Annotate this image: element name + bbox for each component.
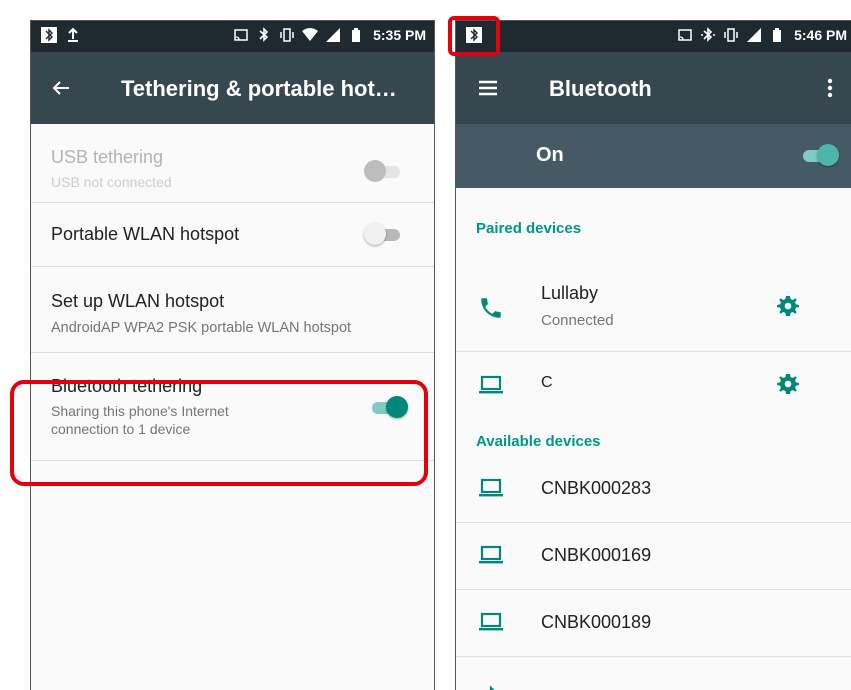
gear-icon[interactable]: [776, 372, 800, 396]
signal-icon: [326, 28, 341, 42]
vibrate-icon: [280, 28, 294, 42]
cast-icon: [678, 29, 692, 41]
device-status: Connected: [541, 312, 614, 329]
laptop-icon: [479, 612, 503, 631]
bluetooth-master-switch[interactable]: [799, 144, 839, 168]
battery-icon: [773, 28, 782, 42]
master-switch-label: On: [536, 144, 564, 166]
device-name: CNBK000189: [541, 612, 652, 632]
usb-tethering-switch[interactable]: [364, 160, 404, 184]
phone-icon: [481, 298, 501, 318]
upload-icon: [68, 27, 78, 42]
toolbar: Bluetooth: [456, 52, 851, 124]
laptop-icon: [479, 478, 503, 497]
device-name: Lullaby: [541, 283, 599, 303]
page-title: Tethering & portable hot…: [121, 76, 397, 101]
highlight-bluetooth-tethering: [10, 380, 428, 486]
device-name: CNBK000169: [541, 545, 652, 565]
portable-wlan-hotspot-switch[interactable]: [364, 223, 404, 247]
wifi-icon: [302, 28, 319, 41]
status-bar: 5:35 PM: [31, 21, 434, 52]
available-devices-header: Available devices: [476, 433, 601, 450]
bluetooth-icon: [489, 685, 495, 690]
device-name: C: [541, 374, 553, 391]
cast-icon: [234, 29, 248, 41]
available-device-partial[interactable]: [456, 657, 851, 690]
usb-tethering-title: USB tethering: [51, 147, 164, 167]
gear-icon[interactable]: [776, 294, 800, 318]
vibrate-icon: [724, 28, 738, 42]
bluetooth-master-switch-bar[interactable]: On: [456, 124, 851, 188]
laptop-icon: [479, 545, 503, 564]
bluetooth-icon: [259, 27, 269, 42]
paired-devices-header: Paired devices: [476, 220, 582, 237]
tethering-screen: 5:35 PM Tethering & portable hot… USB te…: [30, 20, 435, 690]
usb-tethering-subtitle: USB not connected: [51, 174, 172, 190]
toolbar: Tethering & portable hot…: [31, 52, 434, 124]
portable-wlan-hotspot-row[interactable]: Portable WLAN hotspot: [31, 203, 434, 267]
portable-wlan-hotspot-title: Portable WLAN hotspot: [51, 224, 240, 244]
paired-device-c[interactable]: C: [456, 352, 851, 418]
bluetooth-icon: [701, 27, 716, 42]
battery-icon: [352, 28, 361, 42]
setup-wlan-hotspot-row[interactable]: Set up WLAN hotspot AndroidAP WPA2 PSK p…: [31, 267, 434, 353]
laptop-icon: [479, 375, 503, 394]
arrow-back-icon[interactable]: [49, 76, 73, 100]
more-vert-icon[interactable]: [818, 76, 842, 100]
hamburger-menu-icon[interactable]: [476, 76, 500, 100]
paired-device-lullaby[interactable]: Lullaby Connected: [456, 271, 851, 351]
status-time: 5:46 PM: [794, 27, 847, 43]
device-name: CNBK000283: [541, 478, 652, 498]
bluetooth-icon: [41, 27, 57, 43]
setup-wlan-hotspot-title: Set up WLAN hotspot: [51, 291, 225, 311]
available-device[interactable]: CNBK000189: [456, 590, 851, 656]
usb-tethering-row[interactable]: USB tethering USB not connected: [31, 124, 434, 203]
signal-icon: [747, 28, 762, 42]
setup-wlan-hotspot-subtitle: AndroidAP WPA2 PSK portable WLAN hotspot: [51, 320, 352, 336]
bluetooth-screen: 5:46 PM Bluetooth On Paired devices Lull…: [455, 20, 851, 690]
page-title: Bluetooth: [549, 76, 652, 101]
status-time: 5:35 PM: [373, 27, 426, 43]
highlight-statusbar-bluetooth: [448, 16, 500, 56]
status-bar: 5:46 PM: [456, 21, 851, 52]
available-device[interactable]: CNBK000283: [456, 456, 851, 522]
available-device[interactable]: CNBK000169: [456, 523, 851, 589]
